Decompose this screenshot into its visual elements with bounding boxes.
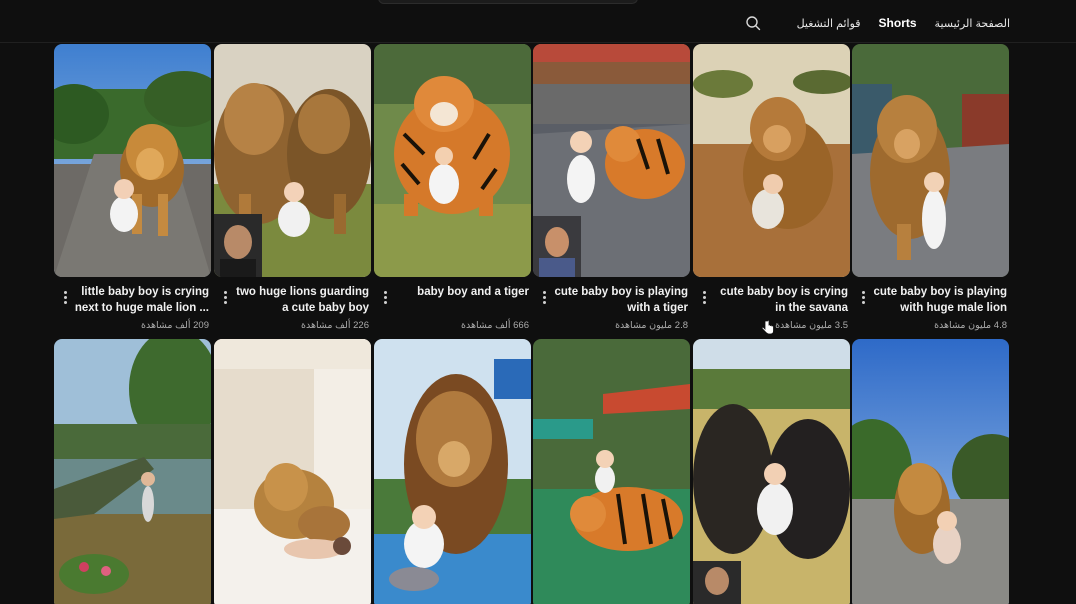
tab-shorts[interactable]: Shorts <box>879 16 917 30</box>
short-thumbnail[interactable] <box>693 44 850 277</box>
short-thumbnail[interactable] <box>852 339 1009 604</box>
short-thumbnail[interactable] <box>214 339 371 604</box>
short-thumbnail[interactable] <box>533 339 690 604</box>
short-views: 4.8 مليون مشاهدة <box>934 320 1007 331</box>
mouse-cursor-icon <box>762 320 774 335</box>
short-meta: cute baby boy is playing with a tiger 2.… <box>533 282 690 338</box>
short-views: 209 ألف مشاهدة <box>141 320 209 331</box>
short-thumbnail[interactable] <box>214 44 371 277</box>
short-title[interactable]: baby boy and a tiger <box>389 284 529 300</box>
short-views: 666 ألف مشاهدة <box>461 320 529 331</box>
short-meta: cute baby boy is playing with huge male … <box>852 282 1009 338</box>
short-thumbnail[interactable] <box>54 44 211 277</box>
search-box-edge[interactable] <box>378 0 638 4</box>
short-thumbnail[interactable] <box>374 339 531 604</box>
short-thumbnail[interactable] <box>374 44 531 277</box>
short-title[interactable]: cute baby boy is crying in the savana <box>708 284 848 316</box>
short-views: 3.5 مليون مشاهدة <box>775 320 848 331</box>
short-thumbnail[interactable] <box>693 339 850 604</box>
short-meta: little baby boy is crying next to huge m… <box>54 282 211 338</box>
short-thumbnail[interactable] <box>533 44 690 277</box>
short-thumbnail[interactable] <box>54 339 211 604</box>
short-title[interactable]: cute baby boy is playing with a tiger <box>548 284 688 316</box>
short-thumbnail[interactable] <box>852 44 1009 277</box>
short-views: 226 ألف مشاهدة <box>301 320 369 331</box>
short-title[interactable]: little baby boy is crying next to huge m… <box>69 284 209 316</box>
short-meta: two huge lions guarding a cute baby boy … <box>214 282 371 338</box>
search-icon[interactable] <box>745 15 761 31</box>
short-meta: baby boy and a tiger 666 ألف مشاهدة <box>374 282 531 338</box>
top-bar: الصفحة الرئيسية Shorts قوائم التشغيل <box>0 0 1076 43</box>
short-title[interactable]: two huge lions guarding a cute baby boy <box>229 284 369 316</box>
short-title[interactable]: cute baby boy is playing with huge male … <box>867 284 1007 316</box>
short-views: 2.8 مليون مشاهدة <box>615 320 688 331</box>
tab-home[interactable]: الصفحة الرئيسية <box>935 17 1010 30</box>
channel-tabs: الصفحة الرئيسية Shorts قوائم التشغيل <box>745 15 1010 31</box>
tab-playlists[interactable]: قوائم التشغيل <box>797 17 861 30</box>
